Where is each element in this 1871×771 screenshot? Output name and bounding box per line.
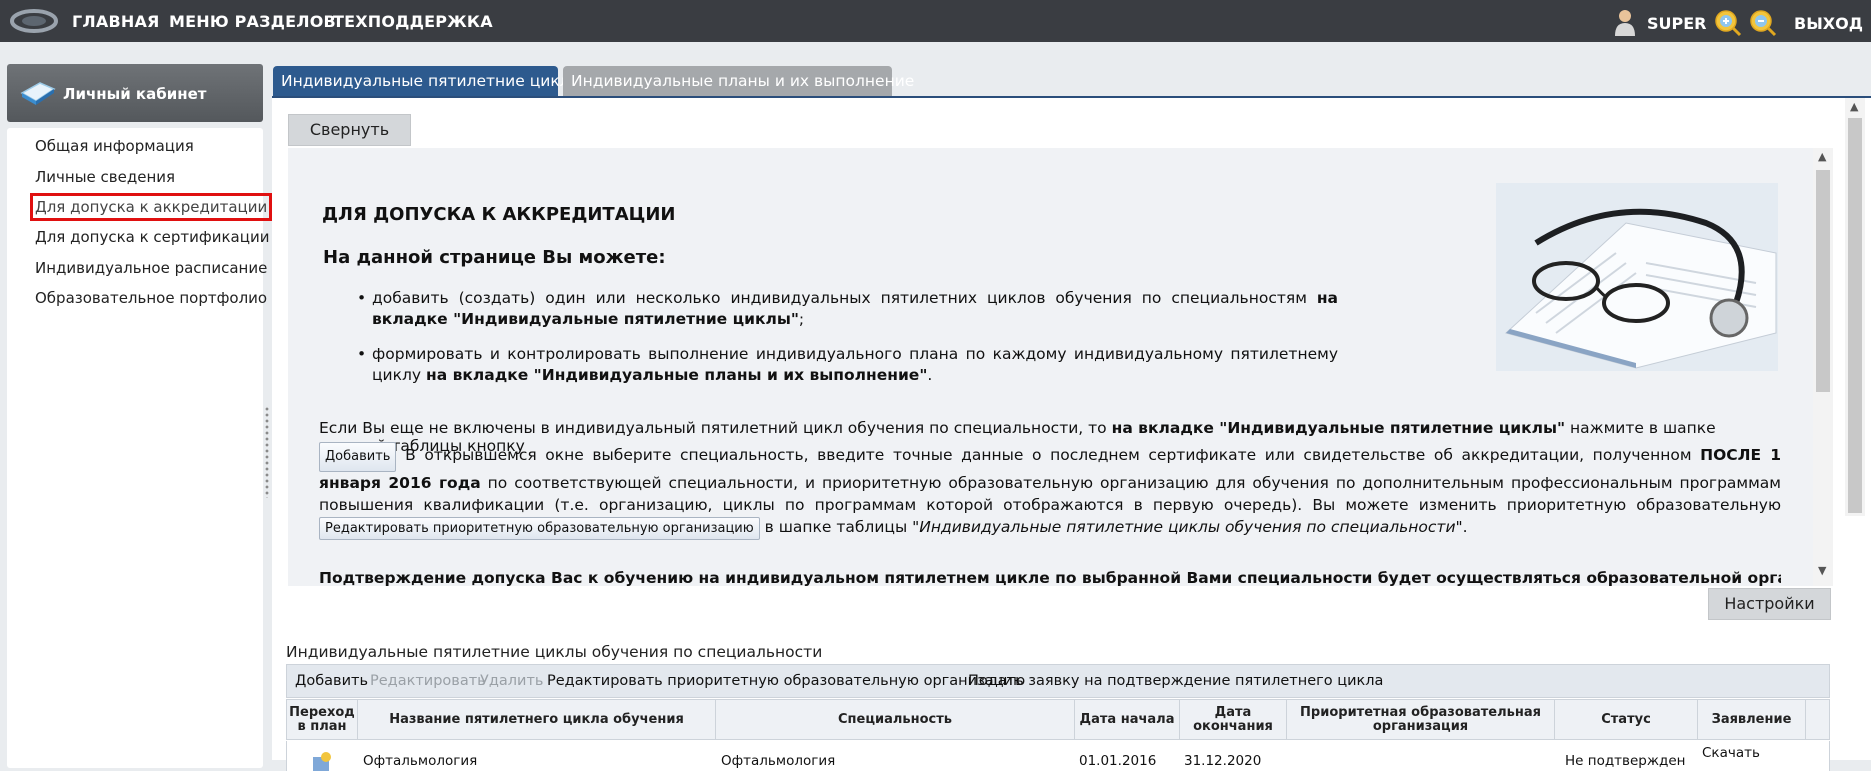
column-header-specialty[interactable]: Специальность <box>716 700 1075 739</box>
column-header-application[interactable]: Заявление <box>1698 700 1806 739</box>
download-link[interactable]: Скачать <box>1702 745 1760 761</box>
sidebar-item-portfolio[interactable]: Образовательное портфолио <box>35 289 267 307</box>
bullet-add-cycle: добавить (создать) один или несколько ин… <box>357 288 1338 330</box>
goto-plan-icon[interactable] <box>311 751 333 771</box>
info-scrollbar-thumb[interactable] <box>1816 170 1830 392</box>
info-scrollbar[interactable]: ▲ ▼ <box>1813 148 1833 586</box>
column-header-cycle-name[interactable]: Название пятилетнего цикла обучения <box>358 700 716 739</box>
zoom-out-icon[interactable] <box>1749 9 1777 37</box>
table-row[interactable]: Офтальмология Офтальмология 01.01.2016 3… <box>286 741 1830 771</box>
stethoscope-book-image <box>1496 183 1778 371</box>
column-header-status[interactable]: Статус <box>1555 700 1698 739</box>
inline-add-button[interactable]: Добавить <box>319 442 397 472</box>
user-icon <box>1615 10 1635 36</box>
zoom-in-icon[interactable] <box>1714 9 1742 37</box>
column-header-start-date[interactable]: Дата начала <box>1075 700 1180 739</box>
column-header-priority-org[interactable]: Приоритетная образовательная организация <box>1287 700 1555 739</box>
cell-cycle-name: Офтальмология <box>363 753 478 769</box>
bullet-track-plan: формировать и контролировать выполнение … <box>357 344 1338 386</box>
book-icon <box>20 82 56 105</box>
scroll-up-icon[interactable]: ▲ <box>1850 100 1858 113</box>
sidebar-item-certification[interactable]: Для допуска к сертификации <box>35 228 269 246</box>
delete-button[interactable]: Удалить <box>480 673 543 689</box>
cell-specialty: Офтальмология <box>721 753 836 769</box>
sidebar-item-general-info[interactable]: Общая информация <box>35 137 194 155</box>
logout-link[interactable]: ВЫХОД <box>1794 14 1863 33</box>
table-toolbar: Добавить Редактировать Удалить Редактиро… <box>286 664 1830 698</box>
sidebar-item-accreditation[interactable]: Для допуска к аккредитации <box>29 193 273 221</box>
info-scroll-up-icon[interactable]: ▲ <box>1818 150 1826 163</box>
table-header: Переход в план Название пятилетнего цикл… <box>286 699 1830 740</box>
add-button[interactable]: Добавить <box>295 673 368 689</box>
sidebar-item-schedule[interactable]: Индивидуальное расписание <box>35 259 267 277</box>
logo-icon[interactable] <box>10 8 58 34</box>
sidebar-header: Личный кабинет <box>7 64 263 122</box>
tab-five-year-cycles[interactable]: Индивидуальные пятилетние циклы <box>273 66 582 97</box>
cell-end-date: 31.12.2020 <box>1184 753 1262 769</box>
collapse-button[interactable]: Свернуть <box>288 114 411 146</box>
page-subheading: На данной странице Вы можете: <box>323 247 666 268</box>
sidebar-menu: Общая информация Личные сведения Для доп… <box>7 128 273 768</box>
nav-sections-menu[interactable]: МЕНЮ РАЗДЕЛОВ <box>169 12 336 31</box>
instructions-paragraph-4: Подтверждение допуска Вас к обучению на … <box>319 569 1781 586</box>
edit-button[interactable]: Редактировать <box>370 673 486 689</box>
top-bar: ГЛАВНАЯ МЕНЮ РАЗДЕЛОВ ТЕХПОДДЕРЖКА SUPER… <box>0 0 1871 42</box>
edit-priority-org-button[interactable]: Редактировать приоритетную образовательн… <box>547 673 1025 689</box>
settings-button[interactable]: Настройки <box>1708 588 1831 620</box>
table-title: Индивидуальные пятилетние циклы обучения… <box>286 643 823 661</box>
nav-home[interactable]: ГЛАВНАЯ <box>72 12 160 31</box>
cell-start-date: 01.01.2016 <box>1079 753 1157 769</box>
column-header-end-date[interactable]: Дата окончания <box>1180 700 1287 739</box>
sidebar-item-personal-info[interactable]: Личные сведения <box>35 168 175 186</box>
main-scrollbar-thumb[interactable] <box>1848 118 1862 513</box>
inline-edit-org-button[interactable]: Редактировать приоритетную образовательн… <box>319 517 760 540</box>
submit-request-button[interactable]: Подать заявку на подтверждение пятилетне… <box>968 673 1383 689</box>
panel-splitter[interactable] <box>264 406 270 498</box>
username: SUPER <box>1647 14 1707 33</box>
cell-status: Не подтвержден <box>1565 753 1686 769</box>
instructions-paragraph-3: Редактировать приоритетную образовательн… <box>319 517 1781 540</box>
page-heading: ДЛЯ ДОПУСКА К АККРЕДИТАЦИИ <box>322 204 676 225</box>
info-scroll-down-icon[interactable]: ▼ <box>1818 564 1826 577</box>
nav-support[interactable]: ТЕХПОДДЕРЖКА <box>333 12 493 31</box>
sidebar-title: Личный кабинет <box>63 85 207 103</box>
tab-individual-plans[interactable]: Индивидуальные планы и их выполнение <box>563 66 914 97</box>
main-scrollbar[interactable]: ▲ <box>1845 98 1865 516</box>
column-header-goto-plan[interactable]: Переход в план <box>287 700 358 739</box>
